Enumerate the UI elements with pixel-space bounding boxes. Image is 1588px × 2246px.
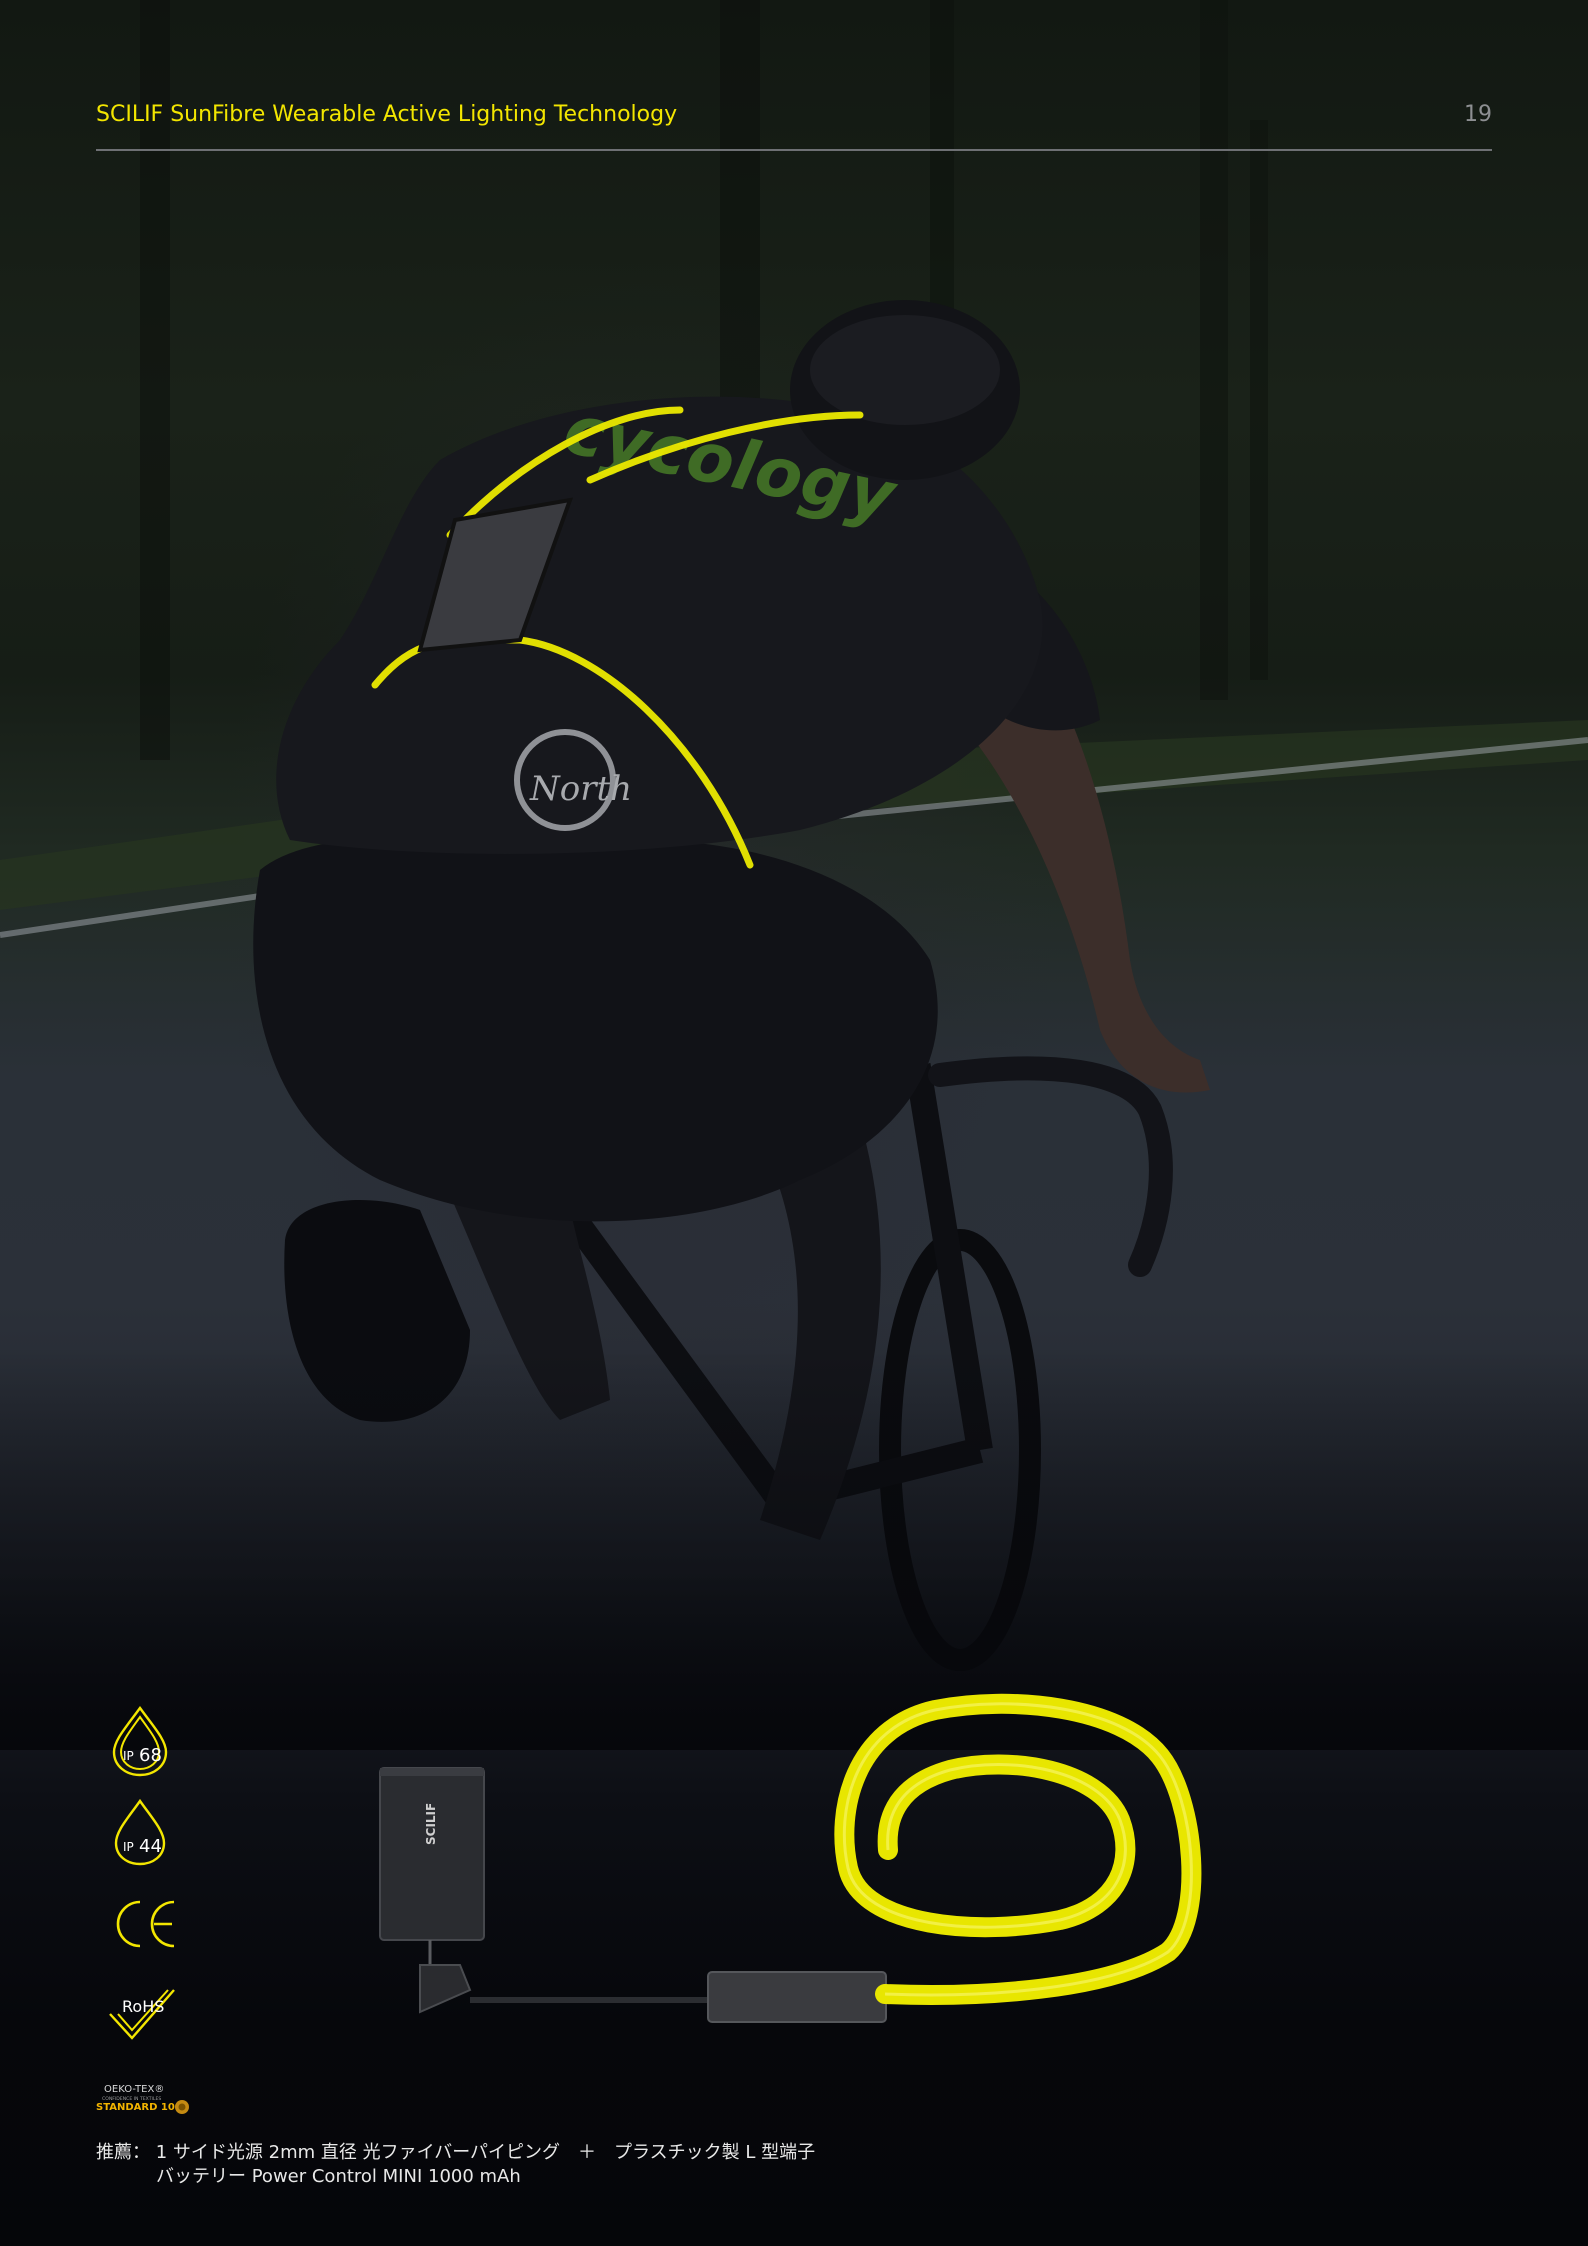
coiled-optical-fibre (834, 1693, 1202, 2005)
caption-line-1: 推薦： 1 サイド光源 2mm 直径 光ファイバーパイピング ＋ プラスチック製… (96, 2142, 816, 2163)
caption-line-2: バッテリー Power Control MINI 1000 mAh (156, 2166, 521, 2187)
fibre-connector (707, 1971, 887, 2023)
product-caption: 推薦： 1 サイド光源 2mm 直径 光ファイバーパイピング ＋ プラスチック製… (96, 2141, 816, 2187)
battery-pack (379, 1767, 485, 1941)
page: cycology North SCILIF SunFibre Wearable … (0, 0, 1588, 2246)
product-illustration: SCILIF (379, 1693, 1202, 2023)
battery-brand: SCILIF (424, 1803, 438, 1845)
